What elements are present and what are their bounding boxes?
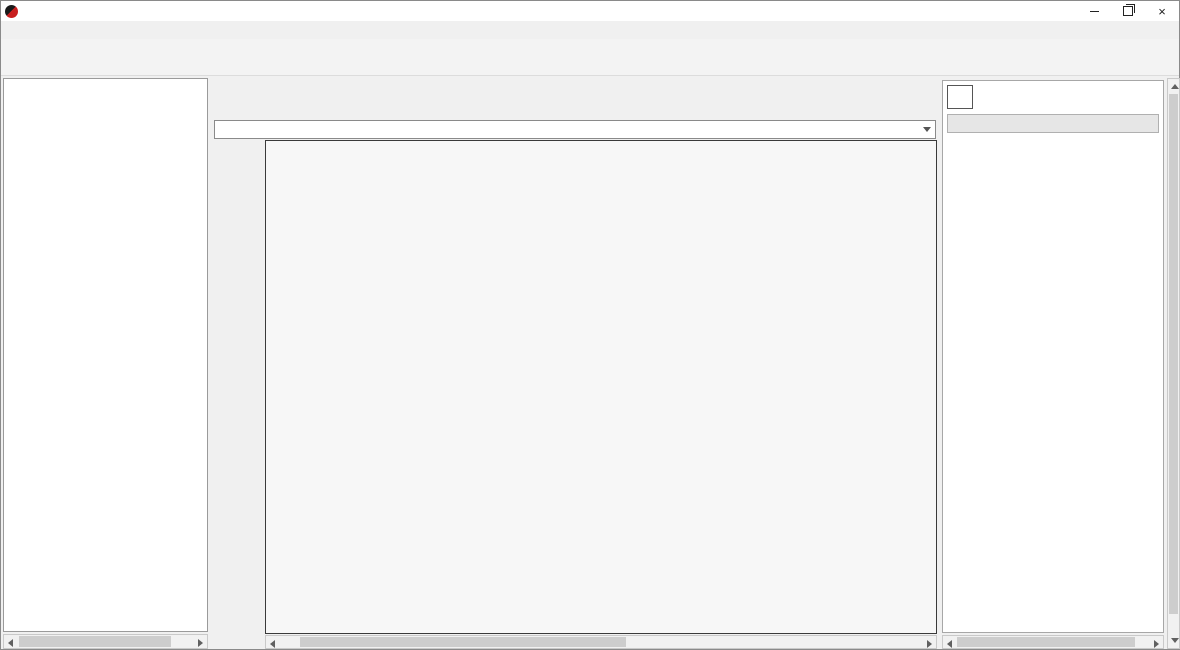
polygram-chart[interactable] [265, 140, 937, 634]
scroll-right-icon[interactable] [198, 639, 203, 647]
scroll-left-icon[interactable] [270, 640, 275, 648]
minimize-button[interactable] [1077, 1, 1111, 21]
tree-scroll-thumb[interactable] [19, 636, 171, 647]
scroll-right-icon[interactable] [1154, 640, 1159, 648]
combo-dropdown-button[interactable] [919, 121, 935, 138]
chart-overlay [266, 141, 936, 633]
panel-close-button[interactable] [947, 85, 973, 109]
toolbar [1, 39, 1179, 76]
panel-vertical-scrollbar[interactable] [1167, 78, 1180, 649]
restore-icon [1123, 6, 1133, 16]
scroll-up-icon[interactable] [1171, 84, 1179, 89]
application-window: × [0, 0, 1180, 650]
panel-horizontal-scrollbar[interactable] [942, 635, 1164, 649]
chart-horizontal-scrollbar[interactable] [265, 635, 937, 649]
close-icon: × [1158, 5, 1166, 18]
test-tabs [214, 80, 937, 99]
menu-bar [1, 21, 1179, 39]
chevron-down-icon [923, 127, 931, 132]
title-bar: × [1, 1, 1179, 21]
tree-horizontal-scrollbar[interactable] [3, 634, 208, 649]
scroll-left-icon[interactable] [8, 639, 13, 647]
question-select[interactable] [214, 120, 936, 139]
qualitative-assessment-panel [942, 80, 1164, 633]
restore-button[interactable] [1111, 1, 1145, 21]
panel-vertical-thumb[interactable] [1169, 94, 1178, 614]
panel-title [947, 114, 1159, 133]
close-button[interactable]: × [1145, 1, 1179, 21]
scroll-left-icon[interactable] [947, 640, 952, 648]
marker-row [214, 101, 937, 118]
chart-scroll-thumb[interactable] [300, 637, 626, 647]
scroll-right-icon[interactable] [927, 640, 932, 648]
app-logo-icon [5, 5, 18, 18]
explorer-tree-panel [3, 78, 208, 632]
panel-scroll-thumb[interactable] [957, 637, 1135, 647]
scroll-down-icon[interactable] [1171, 638, 1179, 643]
minimize-icon [1090, 11, 1099, 12]
